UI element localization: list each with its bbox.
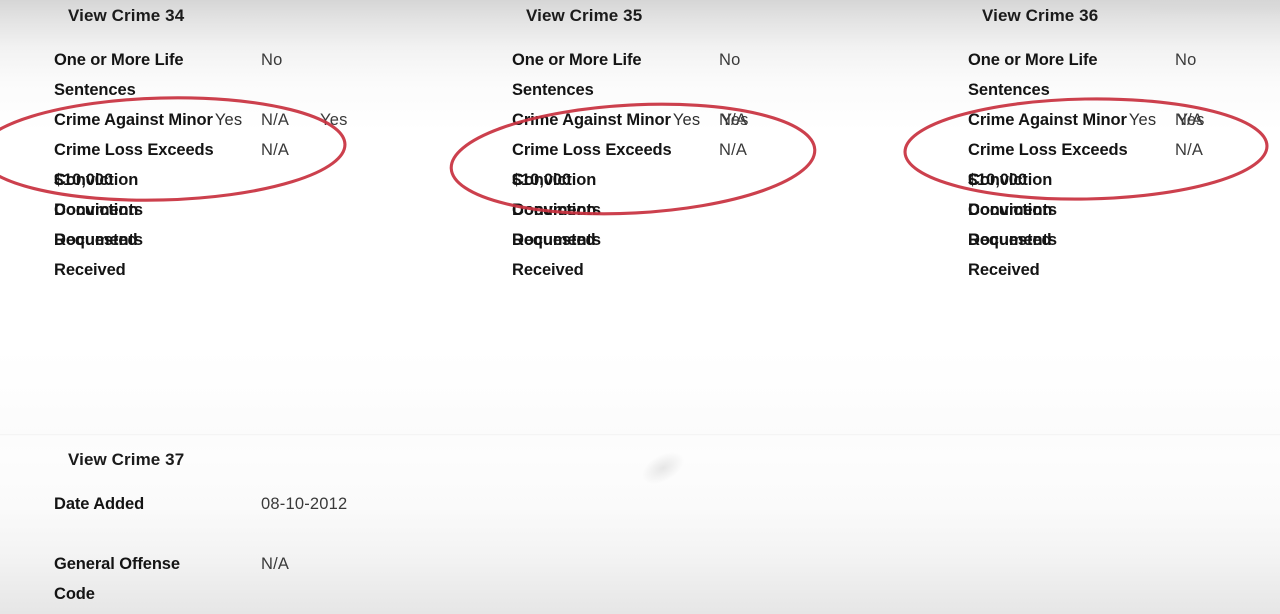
- crime-block-title[interactable]: View Crime 34: [68, 6, 266, 26]
- table-row-value-holder: No: [512, 45, 740, 75]
- crime-block-36: View Crime 36 One or More Life Sentences…: [968, 6, 1204, 279]
- crime-detail-rows: Date Added 08-10-2012 General Offense Co…: [54, 489, 347, 614]
- table-row-value-holder: N/A: [54, 549, 289, 579]
- table-row-value-holder: N/A: [968, 105, 1203, 135]
- table-row-value-holder: No: [968, 45, 1196, 75]
- crime-block-35: View Crime 35 One or More Life Sentences…: [512, 6, 748, 279]
- row-value: N/A: [1175, 141, 1204, 159]
- crime-detail-rows: One or More Life Sentences No Crime Agai…: [968, 45, 1204, 279]
- crime-block-title[interactable]: View Crime 35: [526, 6, 724, 26]
- row-value: Yes: [320, 111, 348, 129]
- table-row-value-holder: N/A: [512, 105, 747, 135]
- row-label: Conviction Documents Received: [968, 201, 1057, 279]
- table-row-value-holder: No: [54, 45, 282, 75]
- document-page: View Crime 34 One or More Life Sentences…: [0, 0, 1280, 614]
- row-label: Conviction Documents Received: [512, 201, 601, 279]
- row-value: N/A: [261, 555, 290, 573]
- table-row: Conviction Documents Received: [54, 195, 266, 279]
- row-value: No: [719, 51, 741, 69]
- row-value: N/A: [1175, 111, 1204, 129]
- row-value: 08-10-2012: [261, 495, 348, 513]
- table-row: Conviction Documents Received: [512, 195, 724, 279]
- table-row-value-holder: N/A: [54, 105, 289, 135]
- row-value: N/A: [719, 111, 748, 129]
- crime-block-title[interactable]: View Crime 36: [982, 6, 1180, 26]
- row-value: No: [261, 51, 283, 69]
- table-row-value-holder: 08-10-2012: [54, 489, 347, 519]
- table-row-value-holder: N/A: [968, 135, 1203, 165]
- crime-block-title[interactable]: View Crime 37: [68, 450, 204, 470]
- row-value: N/A: [719, 141, 748, 159]
- crime-block-37: View Crime 37 Date Added 08-10-2012 Gene…: [54, 450, 347, 614]
- crime-detail-rows: One or More Life Sentences No Crime Agai…: [512, 45, 748, 279]
- crime-detail-rows: One or More Life Sentences No Crime Agai…: [54, 45, 347, 279]
- table-row: NCIC Code/Charge: [54, 609, 204, 614]
- table-row-value-holder: N/A: [512, 135, 747, 165]
- table-row: Conviction Documents Requested: [512, 165, 724, 249]
- table-row: Conviction Documents Received: [968, 195, 1180, 279]
- row-label: Conviction Documents Received: [54, 201, 143, 279]
- table-row: Conviction Documents Requested: [968, 165, 1180, 249]
- crime-block-34: View Crime 34 One or More Life Sentences…: [54, 6, 347, 279]
- table-row: Conviction Documents Requested: [54, 165, 266, 249]
- row-value: No: [1175, 51, 1197, 69]
- table-row-value-holder: N/A: [54, 135, 289, 165]
- row-value: N/A: [261, 111, 290, 129]
- row-value: N/A: [261, 141, 290, 159]
